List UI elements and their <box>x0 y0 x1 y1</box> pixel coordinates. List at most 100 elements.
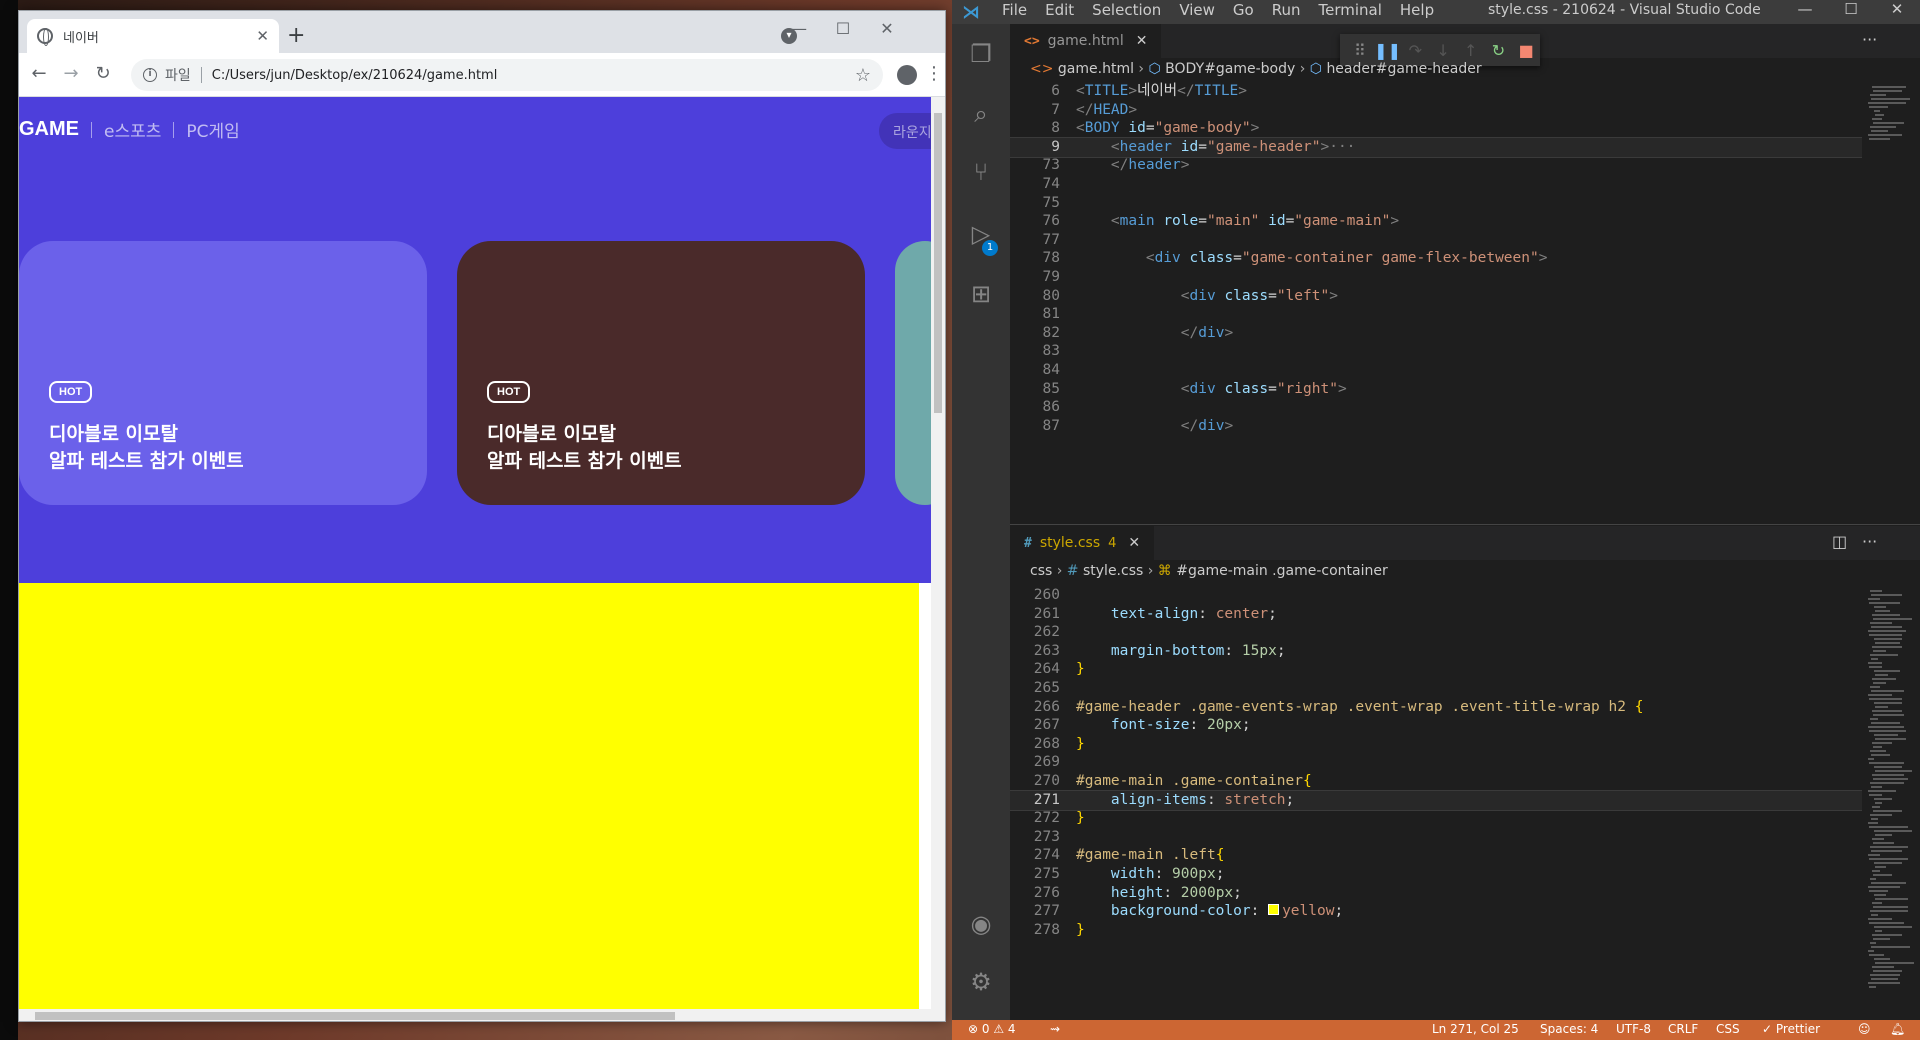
code-line[interactable]: 274 #game-main .left{ <box>1010 846 1862 865</box>
code-line[interactable]: 82 </div> <box>1010 324 1862 343</box>
menu-file[interactable]: File <box>1002 1 1027 19</box>
code-text[interactable]: </header> <box>1076 156 1190 175</box>
menu-selection[interactable]: Selection <box>1092 1 1161 19</box>
nav-pc-link[interactable]: PC게임 <box>186 117 239 142</box>
event-card[interactable]: HOT 디아블로 이모탈 알파 테스트 참가 이벤트 <box>457 241 865 505</box>
code-line[interactable]: 6 <TITLE>네이버</TITLE> <box>1010 82 1862 101</box>
tab-style-css[interactable]: # style.css 4 ✕ <box>1010 526 1155 560</box>
encoding[interactable]: UTF-8 <box>1616 1022 1651 1036</box>
code-text[interactable]: margin-bottom: 15px; <box>1076 642 1286 661</box>
pause-icon[interactable]: ❚❚ <box>1374 41 1402 60</box>
code-line[interactable]: 80 <div class="left"> <box>1010 287 1862 306</box>
breadcrumb-item[interactable]: game.html <box>1058 61 1134 77</box>
search-icon[interactable]: ⌕ <box>966 100 996 130</box>
line-ending[interactable]: CRLF <box>1668 1022 1698 1036</box>
code-line[interactable]: 87 </div> <box>1010 417 1862 436</box>
code-line[interactable]: 266 #game-header .game-events-wrap .event… <box>1010 698 1862 717</box>
code-line[interactable]: 74 <box>1010 175 1862 194</box>
code-line[interactable]: 9 <header id="game-header">··· <box>1010 136 1862 158</box>
tab-close-icon[interactable]: ✕ <box>1136 33 1148 49</box>
code-line[interactable]: 265 <box>1010 679 1862 698</box>
more-actions-icon[interactable]: ··· <box>1862 30 1877 49</box>
close-window-icon[interactable]: ✕ <box>1874 0 1920 18</box>
code-line[interactable]: 271 align-items: stretch; <box>1010 789 1862 811</box>
code-text[interactable]: } <box>1076 921 1085 940</box>
code-line[interactable]: 79 <box>1010 268 1862 287</box>
code-line[interactable]: 278} <box>1010 921 1862 940</box>
breadcrumb-item[interactable]: css <box>1030 563 1052 579</box>
problems-indicator[interactable]: ⊗ 0 ⚠ 4 <box>968 1022 1016 1036</box>
code-text[interactable]: </div> <box>1076 324 1233 343</box>
code-line[interactable]: 77 <box>1010 231 1862 250</box>
step-out-icon[interactable]: ↑ <box>1457 41 1485 60</box>
editor-code-bottom[interactable]: 260 261 text-align: center; 262 263 margin-… <box>1010 586 1862 1020</box>
tab-close-icon[interactable]: ✕ <box>256 27 269 45</box>
code-line[interactable]: 269 <box>1010 753 1862 772</box>
info-icon[interactable]: i <box>143 68 157 82</box>
code-text[interactable]: } <box>1076 809 1085 828</box>
editor-split-divider[interactable] <box>1010 524 1920 525</box>
maximize-icon[interactable]: ☐ <box>1828 0 1874 18</box>
maximize-icon[interactable]: ☐ <box>821 19 865 38</box>
menu-view[interactable]: View <box>1179 1 1215 19</box>
code-text[interactable]: } <box>1076 660 1085 679</box>
code-text[interactable]: #game-header .game-events-wrap .event-wr… <box>1076 698 1643 717</box>
forward-icon[interactable]: → <box>59 63 83 84</box>
code-text[interactable]: } <box>1076 735 1085 754</box>
code-text[interactable]: <div class="left"> <box>1076 287 1338 306</box>
scroll-thumb[interactable] <box>35 1012 675 1020</box>
code-text[interactable]: <div class="game-container game-flex-bet… <box>1076 249 1548 268</box>
code-line[interactable]: 86 <box>1010 398 1862 417</box>
code-text[interactable]: text-align: center; <box>1076 605 1277 624</box>
code-text[interactable]: width: 900px; <box>1076 865 1225 884</box>
event-card-partial[interactable] <box>895 241 931 505</box>
nav-esports-link[interactable]: e스포츠 <box>104 117 161 142</box>
vertical-scrollbar[interactable] <box>931 97 945 1021</box>
code-line[interactable]: 272} <box>1010 809 1862 828</box>
lounge-button[interactable]: 라운지 <box>879 113 931 149</box>
code-line[interactable]: 75 <box>1010 194 1862 213</box>
code-line[interactable]: 270 #game-main .game-container{ <box>1010 772 1862 791</box>
minimize-icon[interactable]: — <box>777 19 821 38</box>
minimap-top[interactable] <box>1862 82 1920 524</box>
bookmark-star-icon[interactable]: ☆ <box>855 65 871 86</box>
extensions-icon[interactable]: ⊞ <box>966 280 996 310</box>
scroll-thumb[interactable] <box>934 113 942 413</box>
code-text[interactable]: <TITLE>네이버</TITLE> <box>1076 82 1247 101</box>
menu-run[interactable]: Run <box>1272 1 1301 19</box>
breadcrumb-item[interactable]: header#game-header <box>1326 61 1481 77</box>
code-text[interactable]: <div class="right"> <box>1076 380 1347 399</box>
address-bar[interactable]: i 파일 C:/Users/jun/Desktop/ex/210624/game… <box>131 59 883 91</box>
step-over-icon[interactable]: ↷ <box>1401 41 1429 60</box>
menu-go[interactable]: Go <box>1233 1 1254 19</box>
split-editor-icon[interactable]: ◫ <box>1832 532 1847 551</box>
code-line[interactable]: 83 <box>1010 342 1862 361</box>
url-text[interactable]: C:/Users/jun/Desktop/ex/210624/game.html <box>212 68 855 83</box>
new-tab-button[interactable]: + <box>287 23 305 48</box>
code-line[interactable]: 8 <BODY id="game-body"> <box>1010 119 1862 138</box>
step-into-icon[interactable]: ↓ <box>1429 41 1457 60</box>
reload-icon[interactable]: ↻ <box>91 63 115 84</box>
code-text[interactable]: #game-main .left{ <box>1076 846 1224 865</box>
minimap-bottom[interactable] <box>1862 586 1920 1020</box>
account-icon[interactable]: ◉ <box>966 910 996 940</box>
language-mode[interactable]: CSS <box>1716 1022 1740 1036</box>
code-line[interactable]: 273 <box>1010 828 1862 847</box>
menu-help[interactable]: Help <box>1400 1 1434 19</box>
horizontal-scrollbar[interactable] <box>19 1009 931 1021</box>
notifications-bell-icon[interactable]: 🔔︎ <box>1890 1022 1905 1036</box>
code-line[interactable]: 276 height: 2000px; <box>1010 884 1862 903</box>
code-line[interactable]: 268} <box>1010 735 1862 754</box>
live-share-icon[interactable]: ⇝ <box>1050 1022 1060 1036</box>
back-icon[interactable]: ← <box>27 63 51 84</box>
indentation[interactable]: Spaces: 4 <box>1540 1022 1598 1036</box>
code-line[interactable]: 267 font-size: 20px; <box>1010 716 1862 735</box>
restart-icon[interactable]: ↻ <box>1485 41 1513 60</box>
code-line[interactable]: 264} <box>1010 660 1862 679</box>
code-text[interactable]: #game-main .game-container{ <box>1076 772 1312 791</box>
breadcrumb-item[interactable]: #game-main .game-container <box>1176 563 1387 579</box>
code-text[interactable]: align-items: stretch; <box>1076 791 1294 810</box>
code-text[interactable]: <header id="game-header">··· <box>1076 138 1356 157</box>
breadcrumb-item[interactable]: style.css <box>1083 563 1143 579</box>
event-card[interactable]: HOT 디아블로 이모탈 알파 테스트 참가 이벤트 <box>19 241 427 505</box>
